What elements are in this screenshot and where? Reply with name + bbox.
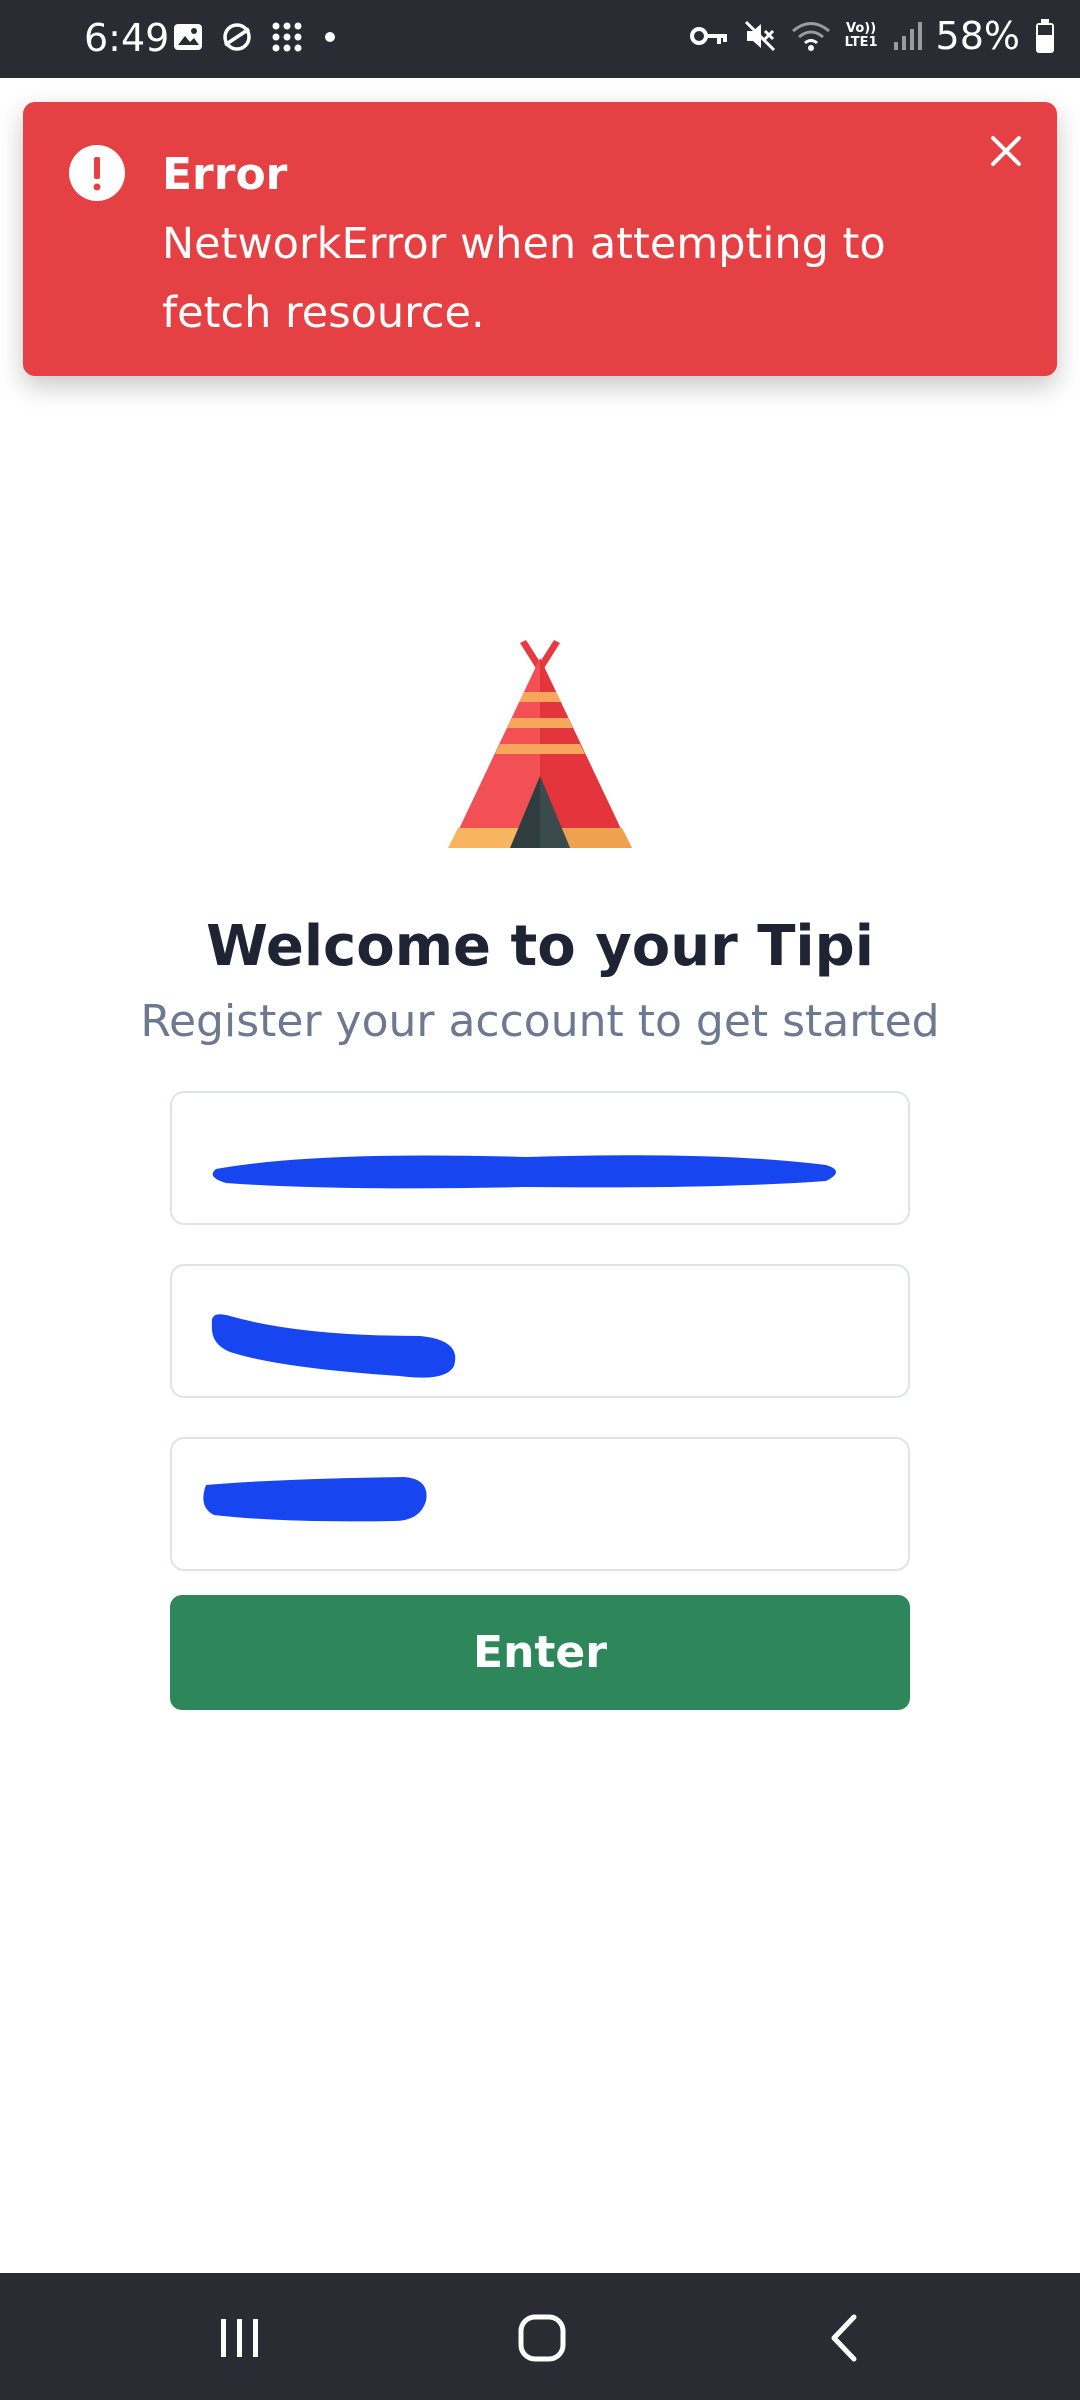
toast-title: Error bbox=[162, 149, 288, 200]
page-title: Welcome to your Tipi bbox=[206, 914, 874, 979]
home-icon[interactable] bbox=[507, 2303, 577, 2373]
system-nav-bar bbox=[0, 2273, 1080, 2400]
page-subtitle: Register your account to get started bbox=[140, 996, 940, 1047]
error-toast: Error NetworkError when attempting to fe… bbox=[23, 102, 1057, 376]
close-icon[interactable] bbox=[983, 128, 1029, 174]
alert-icon bbox=[69, 145, 125, 201]
chat-icon bbox=[223, 23, 251, 51]
mute-icon bbox=[744, 20, 775, 52]
redaction-scribble bbox=[211, 1314, 456, 1378]
network-type-label: Vo)) LTE1 bbox=[844, 21, 878, 50]
back-icon[interactable] bbox=[810, 2303, 880, 2373]
image-icon bbox=[174, 24, 202, 50]
status-right-icons: Vo)) LTE1 58% bbox=[689, 14, 1056, 58]
battery-icon bbox=[1036, 19, 1054, 53]
status-time: 6:49 bbox=[84, 16, 170, 60]
status-left-icons bbox=[172, 20, 340, 54]
dot-icon bbox=[325, 32, 335, 42]
redaction-scribble bbox=[212, 1155, 836, 1189]
tipi-logo bbox=[448, 640, 632, 848]
email-field[interactable] bbox=[170, 1091, 910, 1225]
enter-button[interactable]: Enter bbox=[170, 1595, 910, 1710]
battery-percent: 58% bbox=[935, 14, 1020, 58]
toast-message: NetworkError when attempting to fetch re… bbox=[162, 219, 886, 338]
key-icon bbox=[689, 27, 727, 45]
wifi-icon bbox=[791, 22, 830, 51]
redaction-scribble bbox=[203, 1477, 427, 1522]
apps-grid-icon bbox=[272, 22, 302, 52]
recents-icon[interactable] bbox=[205, 2303, 275, 2373]
confirm-password-field[interactable] bbox=[170, 1437, 910, 1571]
signal-icon bbox=[893, 22, 922, 50]
password-field[interactable] bbox=[170, 1264, 910, 1398]
status-bar: 6:49 Vo)) LTE1 58% bbox=[0, 0, 1080, 78]
